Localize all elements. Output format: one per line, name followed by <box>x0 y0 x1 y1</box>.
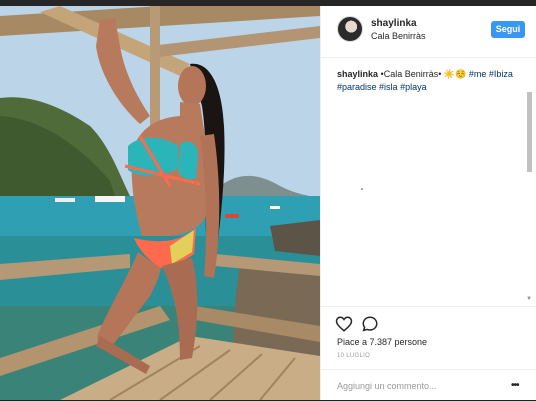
heart-icon[interactable] <box>335 315 353 333</box>
likes-count[interactable]: Piace a 7.387 persone <box>337 337 427 347</box>
scroll-down-arrow-icon[interactable]: ▼ <box>526 296 532 302</box>
hashtag-paradise[interactable]: #paradise <box>337 82 377 92</box>
beach-photo-illustration <box>0 6 320 400</box>
add-comment-area: ••• <box>321 369 536 401</box>
more-options-icon[interactable]: ••• <box>511 380 519 391</box>
post-photo[interactable] <box>0 6 320 400</box>
instagram-post-window: shaylinka Cala Benirràs Segui shaylinka … <box>0 0 536 400</box>
post-location[interactable]: Cala Benirràs <box>371 31 426 41</box>
hashtag-ibiza[interactable]: #Ibiza <box>489 69 513 79</box>
post-username[interactable]: shaylinka <box>371 18 417 29</box>
loading-dot <box>361 188 363 190</box>
hashtag-me[interactable]: #me <box>469 69 487 79</box>
comments-scrollbar[interactable] <box>527 92 532 172</box>
post-header: shaylinka Cala Benirràs Segui <box>321 6 536 58</box>
follow-button[interactable]: Segui <box>491 21 525 38</box>
post-side-panel: shaylinka Cala Benirràs Segui shaylinka … <box>320 6 536 400</box>
avatar[interactable] <box>337 16 363 42</box>
caption-username[interactable]: shaylinka <box>337 69 378 79</box>
post-date: 10 LUGLIO <box>337 353 371 359</box>
comment-icon[interactable] <box>361 315 379 333</box>
comment-input[interactable] <box>337 378 497 394</box>
post-actions: Piace a 7.387 persone 10 LUGLIO ••• <box>321 306 536 400</box>
hashtag-playa[interactable]: #playa <box>400 82 427 92</box>
caption-text: •Cala Benirràs• ☀️☺️ <box>380 69 467 79</box>
post-caption: shaylinka •Cala Benirràs• ☀️☺️ #me #Ibiz… <box>337 68 523 94</box>
hashtag-isla[interactable]: #isla <box>379 82 398 92</box>
